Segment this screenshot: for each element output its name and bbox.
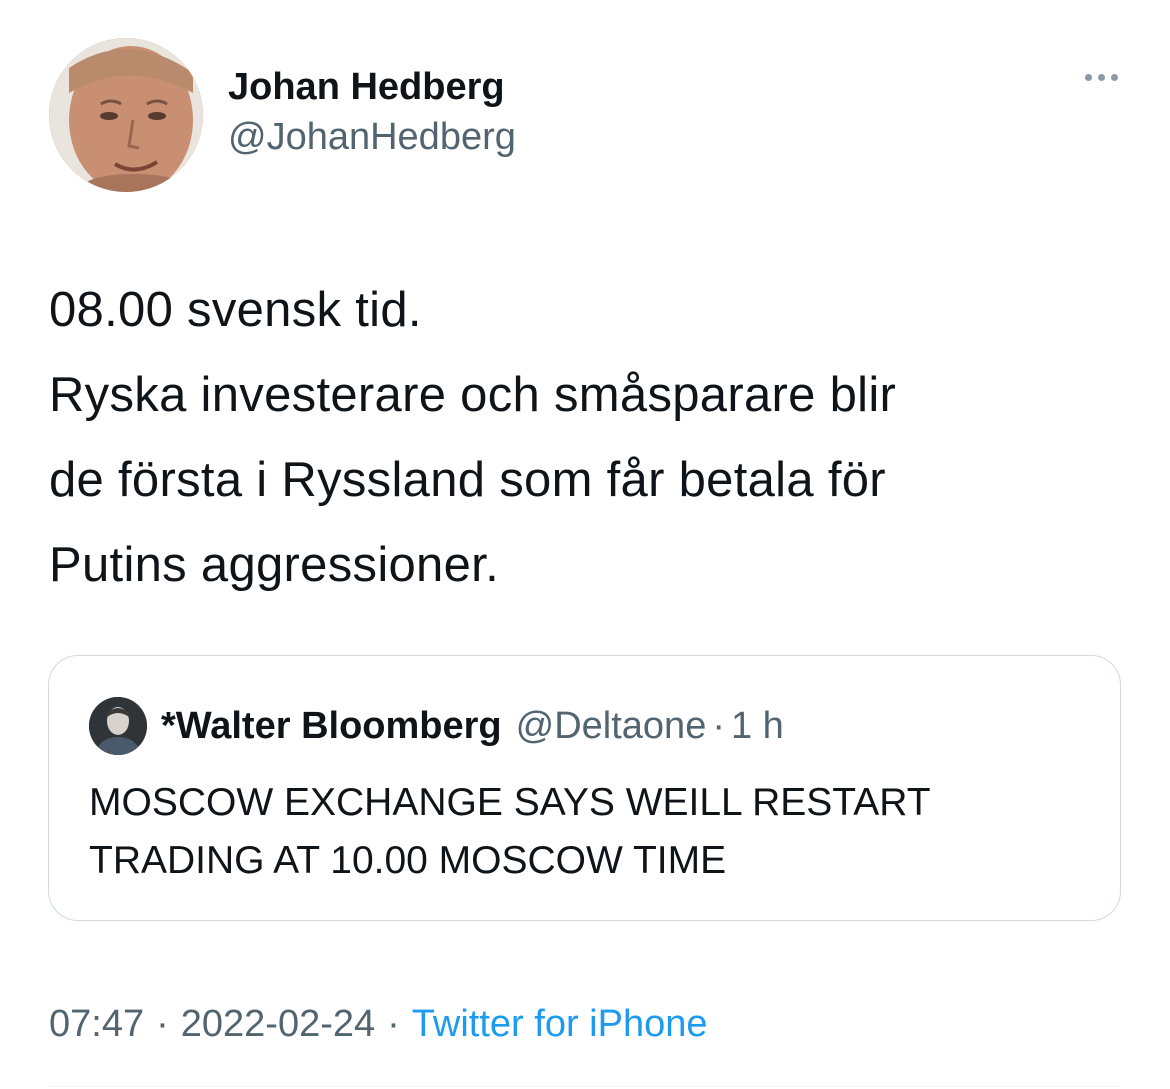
quoted-tweet-text: MOSCOW EXCHANGE SAYS WEILL RESTART TRADI… [89, 781, 931, 882]
quoted-author-handle: @Deltaone [515, 704, 707, 747]
tweet: Johan Hedberg @JohanHedberg 08.00 svensk… [0, 0, 1170, 1089]
author-name[interactable]: Johan Hedberg [228, 62, 516, 112]
avatar-face-icon [89, 697, 147, 755]
dot-icon [1111, 74, 1118, 81]
tweet-date[interactable]: 2022-02-24 [181, 1003, 375, 1045]
author-avatar[interactable] [49, 38, 203, 192]
avatar-face-icon [49, 38, 203, 192]
tweet-time[interactable]: 07:47 [49, 1003, 144, 1045]
quoted-author-name: *Walter Bloomberg [161, 704, 502, 747]
separator: · [712, 704, 725, 747]
dot-icon [1098, 74, 1105, 81]
tweet-source-link[interactable]: Twitter for iPhone [412, 1003, 708, 1045]
quoted-tweet[interactable]: *Walter Bloomberg @Deltaone · 1 h MOSCOW… [48, 655, 1121, 921]
more-options-icon[interactable] [1085, 74, 1118, 81]
author-handle[interactable]: @JohanHedberg [228, 112, 516, 162]
divider [49, 1086, 1121, 1087]
dot-icon [1085, 74, 1092, 81]
quoted-tweet-time: 1 h [730, 704, 784, 747]
author-info: Johan Hedberg @JohanHedberg [228, 62, 516, 162]
tweet-text: 08.00 svensk tid. Ryska investerare och … [49, 283, 897, 592]
tweet-meta: 07:47 · 2022-02-24 · Twitter for iPhone [49, 996, 707, 1052]
quoted-author-avatar [89, 697, 147, 755]
separator: · [387, 1003, 400, 1045]
quoted-tweet-header: *Walter Bloomberg @Deltaone · 1 h [89, 696, 784, 756]
separator: · [156, 1003, 169, 1045]
